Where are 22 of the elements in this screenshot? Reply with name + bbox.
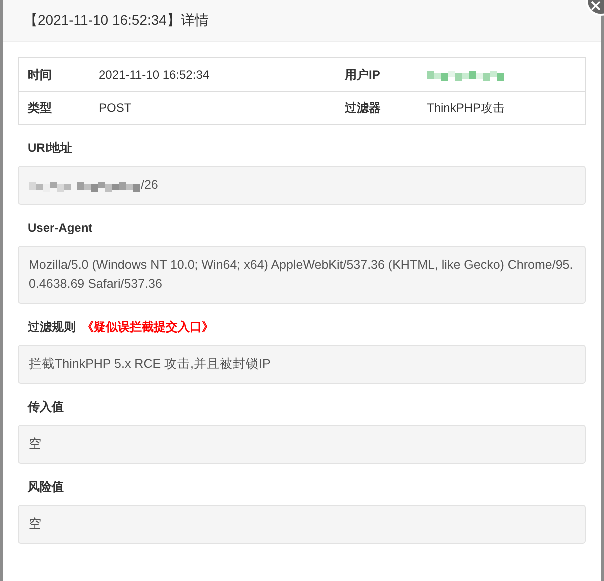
section-label: 传入值 (28, 399, 64, 416)
field-label: 过滤器 (345, 100, 381, 117)
value-text: 拦截ThinkPHP 5.x RCE 攻击,并且被封锁IP (29, 356, 271, 373)
section-label: 过滤规则 (28, 319, 76, 336)
field-label: 用户IP (345, 66, 380, 84)
field-value: 2021-11-10 16:52:34 (99, 66, 210, 84)
field-value: ThinkPHP攻击 (427, 100, 506, 117)
value-text: 空 (29, 516, 42, 533)
value-text: Mozilla/5.0 (Windows NT 10.0; Win64; x64) AppleWebKit/537.36 (KHTML, like Gecko) Chrome/95.0.4638.69 Safari/537.36 (29, 257, 574, 293)
rule-link[interactable]: 《疑似误拦截提交入口》 (82, 318, 214, 336)
field-value: POST (99, 100, 132, 117)
redacted-text-drawing (29, 180, 71, 192)
dialog-title: 【2021-11-10 16:52:34】详情 (24, 11, 209, 30)
close-icon (591, 1, 601, 11)
field-label: 时间 (28, 66, 52, 84)
section-label: 风险值 (28, 479, 64, 496)
redacted-text-drawing (77, 180, 140, 192)
value-text: /26 (141, 177, 158, 194)
value-text: 空 (29, 436, 42, 453)
section-label: User-Agent (28, 220, 93, 237)
field-label: 类型 (28, 100, 52, 117)
section-label: URI地址 (28, 140, 73, 157)
